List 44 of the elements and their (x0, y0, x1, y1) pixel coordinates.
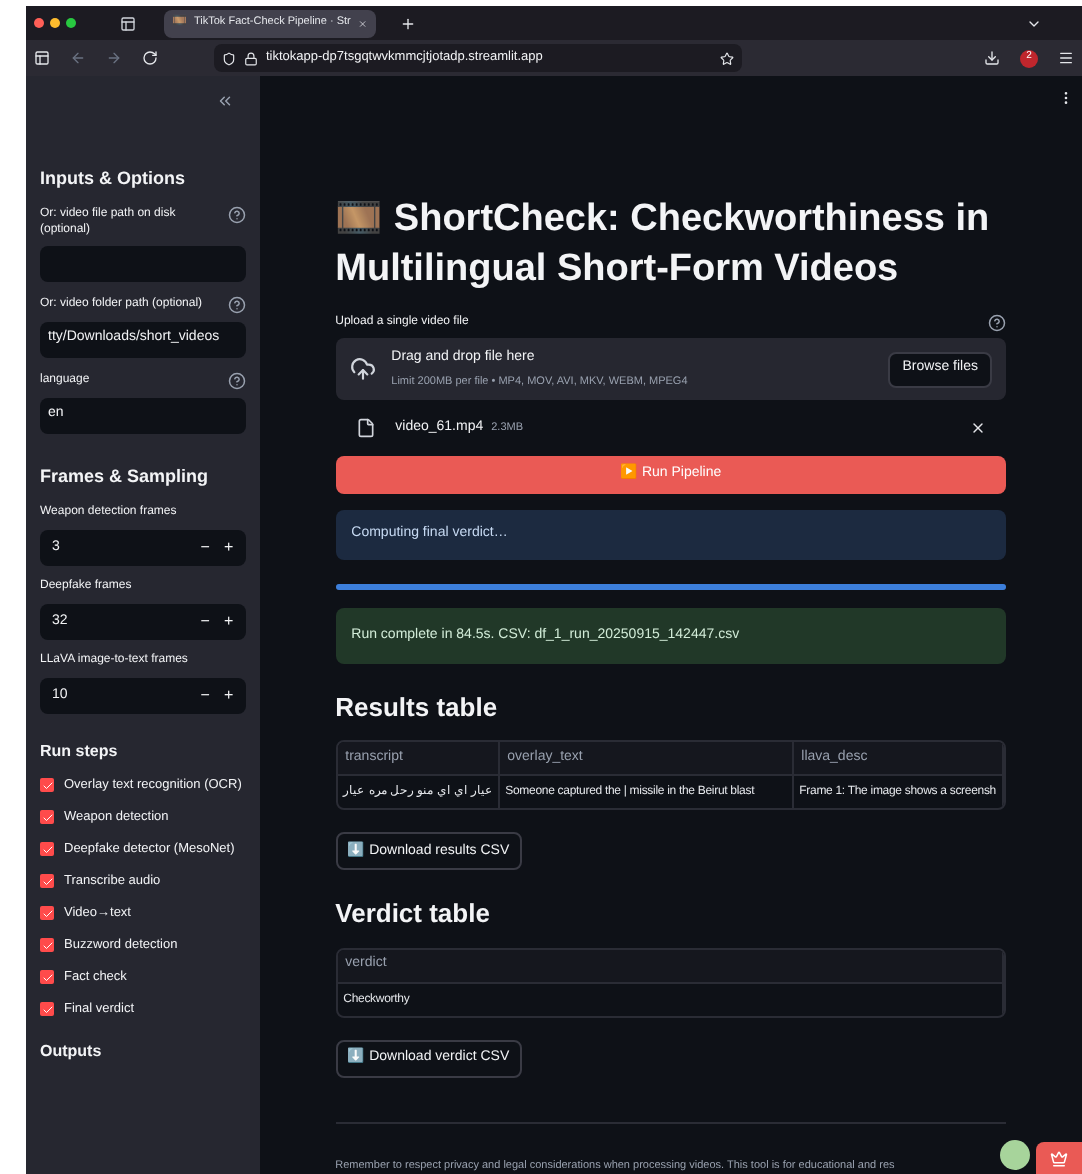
text-field[interactable] (40, 245, 246, 281)
increment-button[interactable]: + (223, 684, 234, 708)
decrement-button[interactable]: − (200, 684, 210, 708)
section-heading: Run steps (40, 740, 120, 764)
close-tab-icon[interactable] (358, 17, 368, 29)
downloads-icon[interactable] (984, 50, 1000, 66)
upload-icon (349, 356, 376, 383)
help-icon[interactable] (227, 295, 246, 313)
checkbox[interactable] (40, 810, 54, 824)
checkbox[interactable] (40, 1002, 54, 1016)
shield-icon[interactable] (222, 51, 236, 65)
checkbox[interactable] (40, 778, 54, 792)
section-heading: Results table (335, 689, 500, 726)
tab-overview-icon[interactable] (120, 15, 136, 31)
bookmark-icon[interactable] (720, 51, 734, 65)
reload-icon[interactable] (142, 50, 158, 66)
remove-file-icon[interactable] (970, 420, 986, 437)
increment-button[interactable]: + (223, 536, 234, 560)
checkbox[interactable] (40, 874, 54, 888)
lock-icon[interactable] (244, 51, 258, 65)
decrement-button[interactable]: − (200, 536, 210, 560)
collapse-sidebar-icon[interactable] (215, 92, 234, 110)
avatar-icon[interactable] (1000, 1140, 1030, 1170)
menu-icon[interactable] (1058, 50, 1074, 66)
checkbox[interactable] (40, 938, 54, 952)
help-icon[interactable] (227, 205, 246, 223)
help-icon[interactable] (988, 314, 1006, 332)
increment-button[interactable]: + (223, 610, 234, 634)
section-heading: Verdict table (335, 896, 492, 933)
decrement-button[interactable]: − (200, 610, 210, 634)
forward-icon[interactable] (106, 50, 122, 66)
help-icon[interactable] (227, 371, 246, 389)
checkbox[interactable] (40, 842, 54, 856)
file-icon (355, 418, 376, 439)
back-icon[interactable] (70, 50, 86, 66)
checkbox[interactable] (40, 906, 54, 920)
crown-icon (1050, 1149, 1068, 1167)
checkbox[interactable] (40, 970, 54, 984)
section-heading: Frames & Sampling (40, 463, 211, 490)
sidebar-toggle-icon[interactable] (34, 50, 50, 66)
section-heading: Outputs (40, 1040, 104, 1064)
new-tab-icon[interactable] (400, 15, 416, 31)
page-title: 🎞 ShortCheck: Checkworthiness in Multilingual Short-Form Videos (335, 196, 992, 294)
section-heading: Inputs & Options (40, 166, 187, 192)
